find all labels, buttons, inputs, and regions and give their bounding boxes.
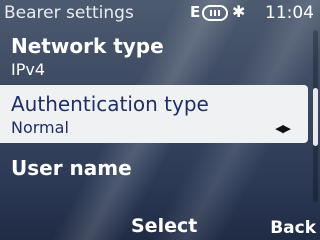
edge-indicator-icon: E [190, 3, 201, 21]
bluetooth-icon: ✱ [232, 2, 246, 21]
setting-authentication-type[interactable]: Authentication type Normal ◀▶ [0, 85, 308, 143]
setting-network-type[interactable]: Network type IPv4 [0, 30, 308, 82]
signal-strength-icon [202, 5, 228, 21]
setting-user-name[interactable]: User name [0, 152, 308, 192]
back-softkey[interactable]: Back [270, 218, 316, 238]
select-softkey[interactable]: Select [131, 215, 197, 237]
setting-label: Authentication type [11, 92, 209, 116]
scrollbar[interactable] [313, 30, 318, 202]
page-title: Bearer settings [4, 3, 134, 23]
setting-label: Network type [11, 34, 164, 58]
setting-value: Normal [11, 118, 69, 137]
softkey-bar: Select Back [0, 208, 320, 240]
clock: 11:04 [265, 3, 314, 23]
setting-label: User name [11, 156, 132, 180]
left-right-arrows-icon[interactable]: ◀▶ [275, 122, 291, 135]
scrollbar-thumb[interactable] [313, 88, 318, 146]
status-bar: Bearer settings E ✱ 11:04 [0, 0, 320, 28]
setting-value: IPv4 [11, 60, 46, 79]
